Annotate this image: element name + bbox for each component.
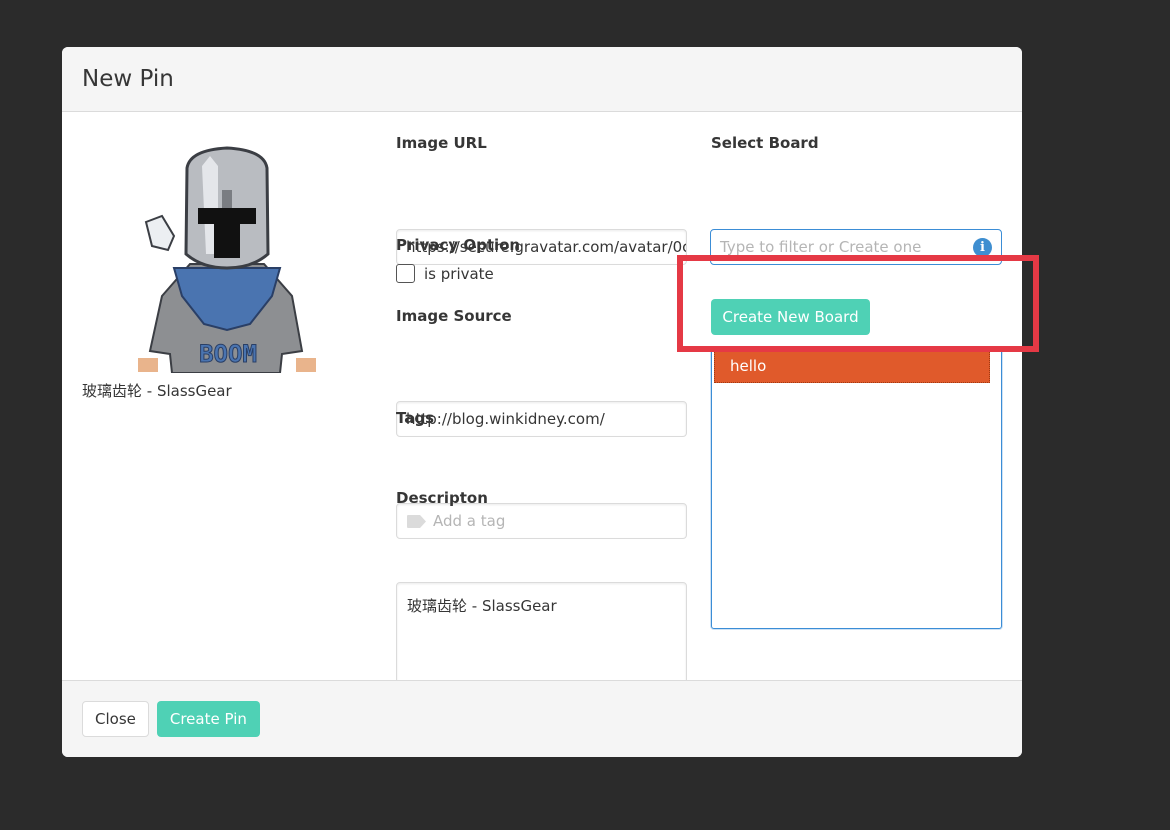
image-url-label: Image URL [396,134,487,152]
svg-text:BOOM: BOOM [199,340,257,368]
board-item-hello[interactable]: hello [714,349,990,383]
image-source-input[interactable]: http://blog.winkidney.com/ [396,401,687,437]
board-filter-placeholder: Type to filter or Create one [720,238,922,256]
privacy-option-label: Privacy Option [396,236,521,254]
board-filter-input[interactable]: Type to filter or Create one i [710,229,1002,265]
close-button[interactable]: Close [82,701,149,737]
new-pin-modal: New Pin BOOM 玻璃齿轮 - SlassGear Image URL … [62,47,1022,757]
create-pin-button[interactable]: Create Pin [156,701,260,737]
tags-placeholder: Add a tag [433,512,506,530]
pin-preview-image: BOOM [138,146,316,373]
modal-title: New Pin [82,66,174,92]
private-checkbox-label: is private [424,264,494,283]
select-board-label: Select Board [711,134,819,152]
board-list[interactable]: hello [711,347,1002,629]
description-text: 玻璃齿轮 - SlassGear [407,597,557,615]
tags-input[interactable]: Add a tag [396,503,687,539]
modal-header: New Pin [62,47,1022,112]
tags-label: Tags [396,409,435,427]
modal-body: BOOM 玻璃齿轮 - SlassGear Image URL https://… [62,112,1022,703]
private-checkbox[interactable] [396,264,415,283]
image-source-label: Image Source [396,307,512,325]
private-checkbox-row[interactable]: is private [396,264,494,283]
tag-icon [407,515,426,528]
modal-footer: Close Create Pin [62,680,1022,757]
create-new-board-button[interactable]: Create New Board [711,299,870,335]
description-label: Descripton [396,489,488,507]
pin-preview-caption: 玻璃齿轮 - SlassGear [82,382,232,400]
info-icon[interactable]: i [973,238,992,257]
